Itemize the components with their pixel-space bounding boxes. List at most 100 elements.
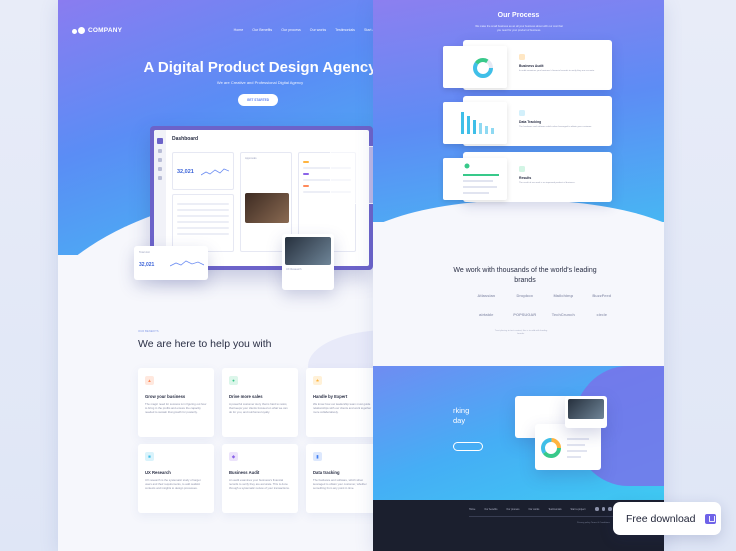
process-step[interactable]: Business Audit In audit examines your bu… [443, 40, 612, 90]
table-card [172, 194, 234, 252]
cta-donut-chart [541, 438, 589, 458]
stat-card: 32,021 [172, 152, 234, 190]
brand-logo: Atlassian [477, 293, 496, 298]
nav-link-process[interactable]: Our process [281, 28, 301, 32]
feature-desc: An audit examines your business's financ… [229, 478, 290, 490]
cta-title-line2: day [453, 416, 466, 425]
chart-icon [158, 158, 162, 162]
dashboard-title: Dashboard [172, 136, 199, 142]
users-icon [158, 167, 162, 171]
feature-card[interactable]: ■ UX Research UX research is the systema… [138, 444, 214, 513]
process-step[interactable]: Results The result of our work is an imp… [443, 152, 612, 202]
footer-link[interactable]: Testimonials [548, 508, 561, 511]
logo-icon [72, 26, 85, 34]
facebook-icon[interactable] [595, 507, 599, 511]
settings-icon [158, 176, 162, 180]
footer-links: Home Our benefits Our process Our works … [469, 508, 585, 511]
brands-title: We work with thousands of the world's le… [453, 267, 597, 284]
footer-copyright: Privacy policy Terms & Conditions [577, 522, 610, 524]
stat-sparkline [201, 168, 229, 176]
cta-button[interactable] [453, 442, 483, 451]
feature-title: Drive more sales [229, 394, 263, 399]
feature-title: UX Research [145, 470, 171, 475]
cta-title: rking day [453, 406, 469, 426]
step-title: Business Audit [519, 64, 544, 68]
nav-link-works[interactable]: Our works [310, 28, 326, 32]
process-title: Our Process [497, 12, 540, 19]
float-research-card: UX Research [282, 234, 334, 290]
feature-desc: The magic need for success is in figurin… [145, 402, 207, 414]
expert-icon: ★ [313, 376, 322, 385]
results-icon [519, 166, 525, 172]
cta-donut-card [535, 424, 601, 470]
brand-logo: Dropbox [516, 293, 533, 298]
sales-icon: ● [229, 376, 238, 385]
download-bag-icon [705, 513, 717, 524]
footer-link[interactable]: Our works [528, 508, 539, 511]
feature-title: Business Audit [229, 470, 260, 475]
nav-links: Home Our Benefits Our process Our works … [234, 28, 387, 32]
float-visit-label: Total visit [139, 251, 150, 254]
cta-photo-card [565, 396, 607, 428]
footer-link[interactable]: Our process [506, 508, 519, 511]
feature-card[interactable]: ▮ Data tracking The hardware and softwar… [306, 444, 382, 513]
logo-text: COMPANY [88, 26, 123, 34]
process-step[interactable]: Data Tracking The hardware and software … [443, 96, 612, 146]
step-thumbnail [443, 102, 507, 144]
workspace-photo [245, 193, 289, 223]
logo[interactable]: COMPANY [72, 26, 123, 34]
nav-link-benefits[interactable]: Our Benefits [252, 28, 272, 32]
step-title: Results [519, 176, 532, 180]
brand-logo: BuzzFeed [592, 293, 612, 298]
landing-page-right: Our Process We make the small business a… [373, 0, 664, 551]
free-download-label: Free download [626, 512, 696, 525]
process-subtitle: We make the small business as an all you… [475, 25, 563, 32]
research-photo [285, 237, 331, 265]
features-heading: We are here to help you with [138, 338, 272, 350]
step-thumbnail [443, 46, 507, 88]
approvals-label: Approvals [245, 157, 257, 160]
step-thumbnail [443, 158, 507, 200]
feature-title: Grow your business [145, 394, 186, 399]
brands-note: Trust placing to test content, this is t… [494, 330, 548, 335]
feature-card[interactable]: ★ Handle by Expert We know how our leade… [306, 368, 382, 437]
home-icon [158, 149, 162, 153]
brand-logo: airtable [479, 312, 494, 317]
feature-card[interactable]: ◆ Business Audit An audit examines your … [222, 444, 298, 513]
float-sparkline [170, 260, 204, 267]
brand-logo: TechCrunch [551, 312, 575, 317]
features-eyebrow: OUR BENEFITS [138, 329, 159, 333]
feature-card[interactable]: ● Drive more sales A powerful customer s… [222, 368, 298, 437]
cta-photo [568, 399, 604, 419]
footer-link[interactable]: Home [469, 508, 475, 511]
tracking-icon: ▮ [313, 452, 322, 461]
footer-link[interactable]: Our benefits [484, 508, 497, 511]
twitter-icon[interactable] [601, 507, 605, 511]
step-desc: The hardware and software which when lev… [519, 126, 592, 128]
feature-desc: UX research is the systematic study of t… [145, 478, 201, 490]
feature-desc: We know how our leadership team must gui… [313, 402, 372, 414]
donut-chart-icon [473, 58, 493, 78]
float-visit-card: Total visit 32,021 [134, 246, 208, 280]
feature-card[interactable]: ▲ Grow your business The magic need for … [138, 368, 214, 437]
step-desc: In audit examines your business's financ… [519, 70, 595, 72]
audit-icon: ◆ [229, 452, 238, 461]
brand-logo: Mailchimp [553, 293, 574, 298]
dashboard-logo-icon [157, 138, 163, 144]
footer-link[interactable]: Start a project [571, 508, 586, 511]
instagram-icon[interactable] [608, 507, 612, 511]
brand-logo: POPSUGAR [513, 312, 537, 317]
feature-title: Data tracking [313, 470, 340, 475]
step-title: Data Tracking [519, 120, 542, 124]
free-download-button[interactable]: Free download [613, 502, 721, 535]
brands-grid: Atlassian Dropbox Mailchimp BuzzFeed air… [467, 293, 621, 317]
feature-title: Handle by Expert [313, 394, 348, 399]
nav-link-home[interactable]: Home [234, 28, 244, 32]
hero-cta-button[interactable]: GET STARTED [238, 94, 278, 106]
features-grid: ▲ Grow your business The magic need for … [138, 368, 382, 513]
audit-icon [519, 54, 525, 60]
cta-section: rking day [373, 366, 664, 500]
brand-logo: circle [596, 312, 607, 317]
research-caption: UX Research [286, 268, 302, 271]
nav-link-testimonials[interactable]: Testimonials [335, 28, 355, 32]
